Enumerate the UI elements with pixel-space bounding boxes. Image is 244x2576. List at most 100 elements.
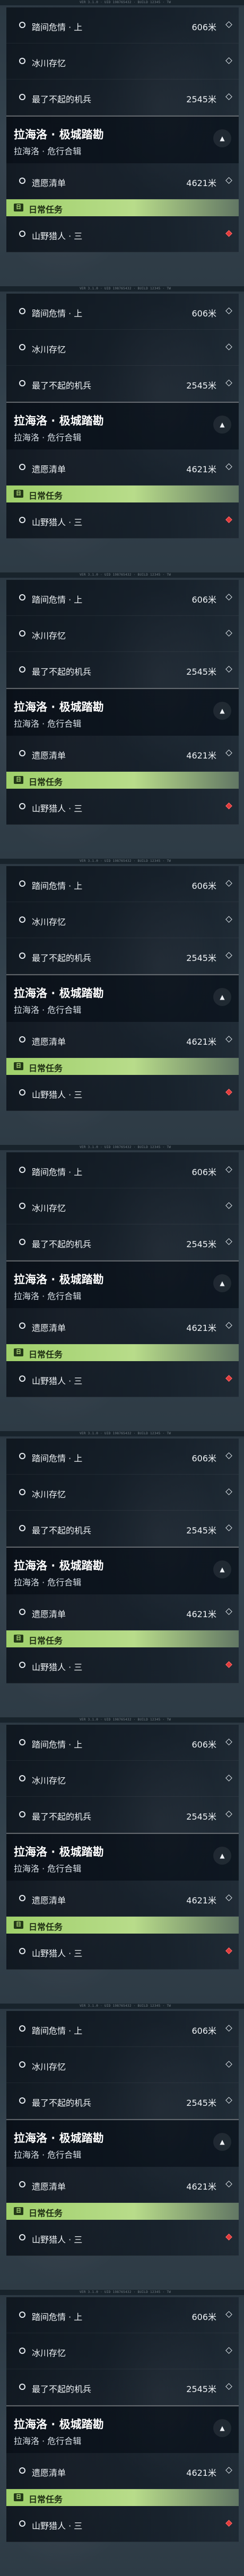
task-item[interactable]: 冰川存忆 (6, 2047, 239, 2083)
task-item[interactable]: 遗愿清单 4621米 (6, 1594, 239, 1630)
collapse-chevron-icon[interactable]: ▲ (213, 1847, 231, 1865)
task-item[interactable]: 最了不起的机兵 2545米 (6, 652, 239, 688)
task-item[interactable]: 冰川存忆 (6, 1761, 239, 1797)
collapse-chevron-icon[interactable]: ▲ (213, 988, 231, 1006)
quest-group-header[interactable]: 拉海洛 · 极城踏勘 拉海洛 · 危行合辑 ▲ (6, 1260, 239, 1308)
quest-group-header[interactable]: 拉海洛 · 极城踏勘 拉海洛 · 危行合辑 ▲ (6, 116, 239, 163)
task-item[interactable]: 最了不起的机兵 2545米 (6, 1511, 239, 1547)
task-item[interactable]: 山野猎人 · 三 (6, 2220, 239, 2256)
task-item[interactable]: 遗愿清单 4621米 (6, 2453, 239, 2489)
task-item[interactable]: 最了不起的机兵 2545米 (6, 1224, 239, 1260)
track-diamond-icon[interactable] (225, 2097, 232, 2104)
collapse-chevron-icon[interactable]: ▲ (213, 702, 231, 720)
collapse-chevron-icon[interactable]: ▲ (213, 1274, 231, 1292)
track-diamond-icon[interactable] (225, 1322, 232, 1329)
track-diamond-red-icon[interactable] (225, 2234, 232, 2240)
task-item[interactable]: 踏间危情 · 上 606米 (6, 866, 239, 902)
collapse-chevron-icon[interactable]: ▲ (213, 2419, 231, 2437)
task-item[interactable]: 遗愿清单 4621米 (6, 736, 239, 772)
track-diamond-icon[interactable] (225, 1238, 232, 1245)
task-item[interactable]: 冰川存忆 (6, 616, 239, 652)
quest-group-header[interactable]: 拉海洛 · 极城踏勘 拉海洛 · 危行合辑 ▲ (6, 1833, 239, 1881)
track-diamond-icon[interactable] (225, 1811, 232, 1818)
track-diamond-icon[interactable] (225, 380, 232, 386)
track-diamond-icon[interactable] (225, 463, 232, 470)
track-diamond-icon[interactable] (225, 1739, 232, 1745)
task-item[interactable]: 最了不起的机兵 2545米 (6, 1797, 239, 1833)
task-item[interactable]: 山野猎人 · 三 (6, 789, 239, 825)
task-item[interactable]: 山野猎人 · 三 (6, 1075, 239, 1111)
track-diamond-icon[interactable] (225, 2025, 232, 2032)
collapse-chevron-icon[interactable]: ▲ (213, 129, 231, 147)
task-item[interactable]: 遗愿清单 4621米 (6, 163, 239, 199)
task-item[interactable]: 踏间危情 · 上 606米 (6, 294, 239, 330)
track-diamond-icon[interactable] (225, 1894, 232, 1901)
track-diamond-icon[interactable] (225, 1775, 232, 1781)
task-item[interactable]: 山野猎人 · 三 (6, 502, 239, 539)
daily-section-header[interactable]: 日 日常任务 (6, 199, 239, 216)
track-diamond-icon[interactable] (225, 1202, 232, 1209)
track-diamond-red-icon[interactable] (225, 230, 232, 237)
track-diamond-icon[interactable] (225, 1452, 232, 1459)
daily-section-header[interactable]: 日 日常任务 (6, 1058, 239, 1075)
task-item[interactable]: 山野猎人 · 三 (6, 216, 239, 252)
track-diamond-red-icon[interactable] (225, 2520, 232, 2527)
track-diamond-red-icon[interactable] (225, 1947, 232, 1954)
task-item[interactable]: 冰川存忆 (6, 1188, 239, 1224)
track-diamond-icon[interactable] (225, 749, 232, 756)
task-item[interactable]: 踏间危情 · 上 606米 (6, 1152, 239, 1188)
task-item[interactable]: 遗愿清单 4621米 (6, 1308, 239, 1344)
daily-section-header[interactable]: 日 日常任务 (6, 2203, 239, 2220)
quest-group-header[interactable]: 拉海洛 · 极城踏勘 拉海洛 · 危行合辑 ▲ (6, 688, 239, 736)
quest-group-header[interactable]: 拉海洛 · 极城踏勘 拉海洛 · 危行合辑 ▲ (6, 2119, 239, 2167)
task-item[interactable]: 山野猎人 · 三 (6, 1647, 239, 1683)
task-item[interactable]: 踏间危情 · 上 606米 (6, 2297, 239, 2333)
task-item[interactable]: 山野猎人 · 三 (6, 1361, 239, 1397)
collapse-chevron-icon[interactable]: ▲ (213, 416, 231, 434)
task-item[interactable]: 遗愿清单 4621米 (6, 1881, 239, 1917)
task-item[interactable]: 踏间危情 · 上 606米 (6, 580, 239, 616)
track-diamond-icon[interactable] (225, 1166, 232, 1173)
daily-section-header[interactable]: 日 日常任务 (6, 486, 239, 502)
task-item[interactable]: 遗愿清单 4621米 (6, 449, 239, 486)
track-diamond-icon[interactable] (225, 952, 232, 959)
task-item[interactable]: 踏间危情 · 上 606米 (6, 2011, 239, 2047)
daily-section-header[interactable]: 日 日常任务 (6, 1630, 239, 1647)
track-diamond-icon[interactable] (225, 2311, 232, 2318)
quest-group-header[interactable]: 拉海洛 · 极城踏勘 拉海洛 · 危行合辑 ▲ (6, 402, 239, 449)
track-diamond-red-icon[interactable] (225, 802, 232, 809)
daily-section-header[interactable]: 日 日常任务 (6, 772, 239, 789)
task-item[interactable]: 踏间危情 · 上 606米 (6, 1725, 239, 1761)
track-diamond-icon[interactable] (225, 21, 232, 28)
track-diamond-icon[interactable] (225, 1524, 232, 1531)
track-diamond-icon[interactable] (225, 343, 232, 350)
track-diamond-icon[interactable] (225, 594, 232, 601)
track-diamond-icon[interactable] (225, 307, 232, 314)
task-item[interactable]: 冰川存忆 (6, 330, 239, 366)
track-diamond-icon[interactable] (225, 93, 232, 100)
track-diamond-icon[interactable] (225, 1036, 232, 1043)
track-diamond-icon[interactable] (225, 2181, 232, 2187)
track-diamond-red-icon[interactable] (225, 516, 232, 523)
task-item[interactable]: 最了不起的机兵 2545米 (6, 366, 239, 402)
task-item[interactable]: 踏间危情 · 上 606米 (6, 1439, 239, 1475)
quest-group-header[interactable]: 拉海洛 · 极城踏勘 拉海洛 · 危行合辑 ▲ (6, 974, 239, 1022)
track-diamond-icon[interactable] (225, 2347, 232, 2354)
track-diamond-red-icon[interactable] (225, 1089, 232, 1096)
task-item[interactable]: 冰川存忆 (6, 1475, 239, 1511)
track-diamond-icon[interactable] (225, 880, 232, 887)
task-item[interactable]: 冰川存忆 (6, 43, 239, 80)
task-item[interactable]: 遗愿清单 4621米 (6, 1022, 239, 1058)
track-diamond-icon[interactable] (225, 916, 232, 923)
track-diamond-icon[interactable] (225, 57, 232, 64)
track-diamond-red-icon[interactable] (225, 1661, 232, 1668)
daily-section-header[interactable]: 日 日常任务 (6, 1344, 239, 1361)
track-diamond-icon[interactable] (225, 1608, 232, 1615)
track-diamond-icon[interactable] (225, 630, 232, 637)
quest-group-header[interactable]: 拉海洛 · 极城踏勘 拉海洛 · 危行合辑 ▲ (6, 2405, 239, 2453)
task-item[interactable]: 最了不起的机兵 2545米 (6, 2083, 239, 2119)
task-item[interactable]: 山野猎人 · 三 (6, 1934, 239, 1970)
task-item[interactable]: 遗愿清单 4621米 (6, 2167, 239, 2203)
collapse-chevron-icon[interactable]: ▲ (213, 1560, 231, 1578)
track-diamond-icon[interactable] (225, 2383, 232, 2390)
